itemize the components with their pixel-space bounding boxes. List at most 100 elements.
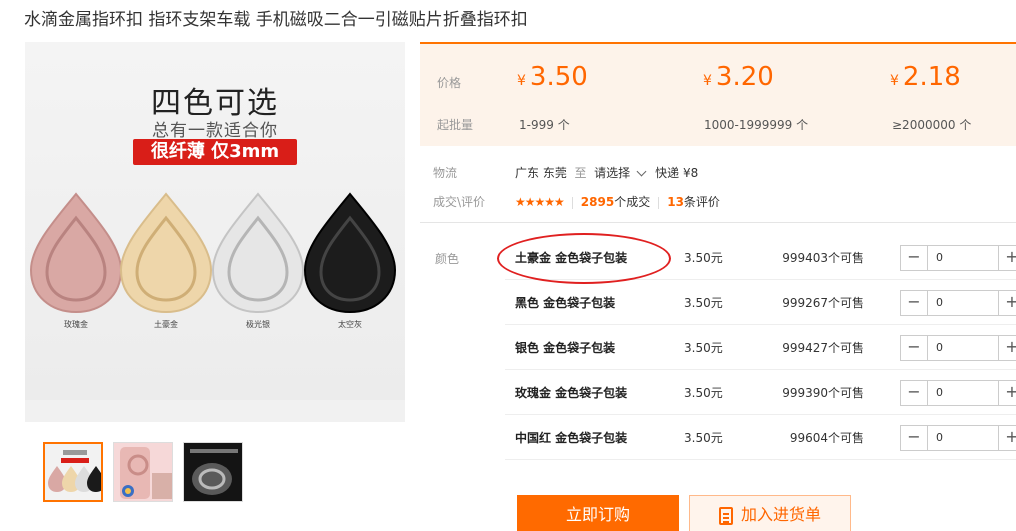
quantity-input[interactable]: 0: [927, 336, 999, 360]
sku-name: 玫瑰金 金色袋子包装: [515, 386, 628, 400]
sku-stock: 999403个可售: [782, 251, 864, 265]
image-subhead: 总有一款适合你: [152, 121, 278, 141]
currency-symbol: ¥: [517, 73, 526, 89]
sku-price: 3.50元: [684, 296, 723, 310]
chevron-down-icon: [636, 166, 647, 177]
drop-label-space-gray: 太空灰: [338, 320, 362, 329]
color-label: 颜色: [435, 252, 460, 266]
price-panel: 价格 起批量 ¥3.50 ¥3.20 ¥2.18 1-999 个 1000-19…: [420, 42, 1016, 146]
review-text: 条评价: [683, 195, 720, 209]
sku-row: 玫瑰金 金色袋子包装 3.50元 999390个可售 − 0 +: [505, 370, 1016, 415]
qty-tier-2-unit: 个: [796, 118, 809, 132]
star-rating-icon: ★★★★★: [515, 195, 565, 209]
logistics-origin: 广东 东莞: [515, 166, 567, 180]
decrement-button[interactable]: −: [901, 291, 927, 315]
deals-count: 2895: [580, 195, 615, 209]
main-product-image[interactable]: 四色可选 总有一款适合你 很纤薄 仅3mm 玫瑰金 土豪金 极光银 太空灰: [25, 42, 405, 422]
sku-row: 黑色 金色袋子包装 3.50元 999267个可售 − 0 +: [505, 280, 1016, 325]
deals-link[interactable]: 2895个成交: [581, 195, 650, 209]
drop-ring-gold: [119, 192, 213, 314]
thumbnail-image-2: [114, 443, 172, 501]
qty-tier-2-range: 1000-1999999: [704, 118, 793, 132]
sku-price: 3.50元: [684, 341, 723, 355]
currency-symbol: ¥: [890, 73, 899, 89]
decrement-button[interactable]: −: [901, 381, 927, 405]
quantity-input[interactable]: 0: [927, 426, 999, 450]
add-to-cart-label: 加入进货单: [740, 505, 821, 524]
reviews-link[interactable]: 13条评价: [667, 195, 720, 209]
decrement-button[interactable]: −: [901, 246, 927, 270]
increment-button[interactable]: +: [999, 246, 1016, 270]
qty-tier-2: 1000-1999999 个: [704, 116, 808, 133]
thumbnail-image-3: [184, 443, 242, 501]
sku-stock: 99604个可售: [789, 431, 864, 445]
image-canvas: 四色可选 总有一款适合你 很纤薄 仅3mm 玫瑰金 土豪金 极光银 太空灰: [25, 42, 405, 400]
decrement-button[interactable]: −: [901, 336, 927, 360]
increment-button[interactable]: +: [999, 381, 1016, 405]
logistics-label: 物流: [433, 166, 458, 180]
price-tier-3-value: 2.18: [902, 62, 961, 92]
quantity-stepper: − 0 +: [900, 425, 1016, 451]
increment-button[interactable]: +: [999, 426, 1016, 450]
sku-price: 3.50元: [684, 251, 723, 265]
thumbnail-3[interactable]: [183, 442, 243, 502]
currency-symbol: ¥: [703, 73, 712, 89]
increment-button[interactable]: +: [999, 336, 1016, 360]
sku-stock: 999390个可售: [782, 386, 864, 400]
price-tier-1-value: 3.50: [529, 62, 588, 92]
sku-stock: 999427个可售: [782, 341, 864, 355]
review-count: 13: [667, 195, 684, 209]
quantity-stepper: − 0 +: [900, 245, 1016, 271]
drop-ring-silver: [211, 192, 305, 314]
sku-stock: 999267个可售: [782, 296, 864, 310]
quantity-stepper: − 0 +: [900, 290, 1016, 316]
express-label: 快递: [655, 166, 680, 180]
price-tier-2-value: 3.20: [715, 62, 774, 92]
qty-tier-3: ≥2000000 个: [892, 116, 971, 133]
buy-now-button[interactable]: 立即订购: [517, 495, 679, 531]
qty-tier-3-range: ≥2000000: [892, 118, 956, 132]
sku-row: 银色 金色袋子包装 3.50元 999427个可售 − 0 +: [505, 325, 1016, 370]
thumbnail-1[interactable]: [43, 442, 103, 502]
reviews-label: 成交\评价: [433, 195, 486, 209]
thumbnail-image-1: [45, 444, 101, 500]
drop-ring-space-gray: [303, 192, 397, 314]
quantity-input[interactable]: 0: [927, 291, 999, 315]
destination-select[interactable]: 请选择: [594, 166, 655, 180]
deals-text: 个成交: [614, 195, 651, 209]
list-icon: [718, 506, 733, 525]
image-badge: 很纤薄 仅3mm: [133, 139, 297, 165]
add-to-cart-button[interactable]: 加入进货单: [689, 495, 851, 531]
sku-name: 黑色 金色袋子包装: [515, 296, 616, 310]
moq-label: 起批量: [437, 118, 474, 132]
thumbnail-2[interactable]: [113, 442, 173, 502]
price-tier-1: ¥3.50: [517, 62, 588, 92]
price-label: 价格: [437, 76, 462, 90]
divider: [658, 196, 660, 209]
sku-row: 中国红 金色袋子包装 3.50元 99604个可售 − 0 +: [505, 415, 1016, 460]
qty-tier-1-range: 1-999: [519, 118, 554, 132]
divider: [571, 196, 573, 209]
qty-tier-3-unit: 个: [959, 118, 972, 132]
qty-tier-1-unit: 个: [557, 118, 570, 132]
drop-label-gold: 土豪金: [154, 320, 178, 329]
product-title: 水滴金属指环扣 指环支架车载 手机磁吸二合一引磁贴片折叠指环扣: [24, 10, 528, 30]
decrement-button[interactable]: −: [901, 426, 927, 450]
section-divider: [420, 222, 1016, 223]
increment-button[interactable]: +: [999, 291, 1016, 315]
sku-name: 中国红 金色袋子包装: [515, 431, 628, 445]
price-tier-3: ¥2.18: [890, 62, 961, 92]
express-fee: ¥8: [682, 166, 699, 180]
drop-label-silver: 极光银: [246, 320, 270, 329]
reviews-row: 成交\评价 ★★★★★ 2895个成交 13条评价: [433, 193, 720, 210]
drop-ring-rose-gold: [29, 192, 123, 314]
quantity-input[interactable]: 0: [927, 381, 999, 405]
highlight-circle-annotation: [497, 233, 671, 284]
destination-select-label: 请选择: [594, 166, 631, 180]
quantity-stepper: − 0 +: [900, 335, 1016, 361]
logistics-row: 物流 广东 东莞 至 请选择 快递 ¥8: [433, 164, 698, 181]
qty-tier-1: 1-999 个: [519, 116, 570, 133]
sku-price: 3.50元: [684, 431, 723, 445]
sku-name: 银色 金色袋子包装: [515, 341, 616, 355]
quantity-input[interactable]: 0: [927, 246, 999, 270]
